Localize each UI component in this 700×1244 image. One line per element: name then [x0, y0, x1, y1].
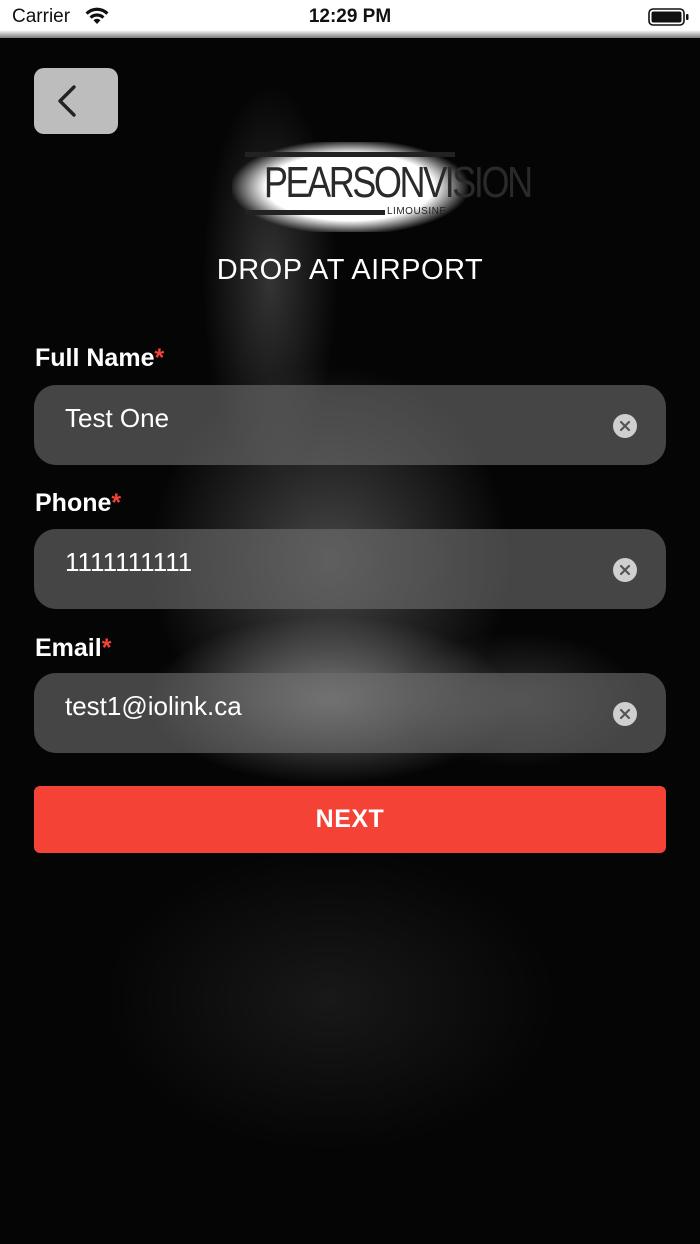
required-asterisk: * [101, 634, 112, 662]
clear-phone-button[interactable] [613, 558, 637, 582]
full-name-field[interactable]: Test One [34, 385, 666, 465]
email-value[interactable]: test1@iolink.ca [65, 691, 242, 722]
clear-email-button[interactable] [613, 702, 637, 726]
phone-label-text: Phone [35, 489, 112, 517]
clear-circle-icon [619, 708, 631, 720]
logo-subtitle: LIMOUSINE [387, 206, 447, 217]
email-label-text: Email [35, 634, 102, 662]
logo-wordmark: PEARSONVISION [263, 158, 533, 208]
logo-rule [245, 210, 385, 215]
email-field[interactable]: test1@iolink.ca [34, 673, 666, 753]
clock: 12:29 PM [308, 6, 392, 27]
required-asterisk: * [111, 489, 122, 517]
logo-word-bold: PEARSON [263, 158, 426, 207]
phone-field[interactable]: 1111111111 [34, 529, 666, 609]
email-label: Email* [35, 634, 111, 663]
required-asterisk: * [154, 344, 165, 372]
phone-label: Phone* [35, 489, 121, 518]
clear-circle-icon [619, 564, 631, 576]
battery-icon [648, 7, 690, 32]
back-button[interactable] [34, 68, 118, 134]
full-name-label-text: Full Name [35, 344, 155, 372]
logo-rule [245, 152, 455, 157]
company-logo: PEARSONVISION LIMOUSINE [232, 142, 533, 232]
phone-value[interactable]: 1111111111 [65, 547, 192, 578]
chevron-left-icon [58, 85, 76, 117]
logo-word-thin: VISION [423, 158, 533, 207]
clear-circle-icon [619, 420, 631, 432]
page-title: DROP AT AIRPORT [216, 254, 484, 286]
full-name-value[interactable]: Test One [65, 403, 169, 434]
clear-full-name-button[interactable] [613, 414, 637, 438]
status-bar: Carrier 12:29 PM [0, 0, 700, 38]
next-button[interactable]: NEXT [34, 786, 666, 853]
full-name-label: Full Name* [35, 344, 164, 373]
